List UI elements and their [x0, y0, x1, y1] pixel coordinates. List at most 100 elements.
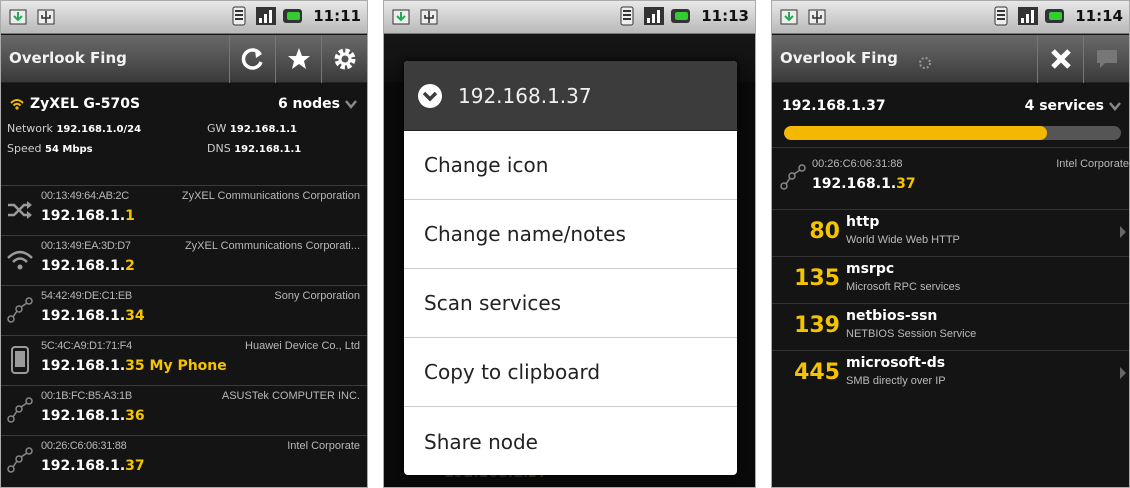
chevron-right-icon	[1119, 224, 1127, 243]
menu-share-node[interactable]: Share node	[404, 407, 737, 475]
download-icon	[7, 7, 29, 27]
network-range: Network 192.168.1.0/24	[7, 122, 142, 135]
node-count[interactable]: 6 nodes	[278, 96, 357, 112]
router-icon	[5, 195, 35, 225]
node-ip: 192.168.1.35 My Phone	[41, 358, 227, 374]
service-port: 135	[794, 266, 840, 291]
menu-title: 192.168.1.37	[458, 83, 592, 108]
node-row[interactable]: 00:13:49:64:AB:2C ZyXEL Communications Co…	[1, 185, 367, 232]
node-row[interactable]: 5C:4C:A9:D1:71:F4 Huawei Device Co., Ltd 1…	[1, 335, 367, 382]
menu-copy-to-clipboard[interactable]: Copy to clipboard	[404, 338, 737, 407]
node-row[interactable]: 00:26:C6:06:31:88 Intel Corporate 192.168.…	[1, 435, 367, 482]
node-vendor: ZyXEL Communications Corporati...	[184, 240, 360, 252]
gateway: GW 192.168.1.1	[207, 122, 297, 135]
node-vendor: Sony Corporation	[274, 290, 360, 302]
node-mac: 54:42:49:DE:C1:EB	[41, 290, 132, 302]
network-node-icon	[5, 445, 35, 475]
signal-icon	[255, 6, 277, 26]
battery-icon	[1044, 6, 1066, 26]
node-ip: 192.168.1.2	[41, 258, 135, 274]
app-title: Overlook Fing	[9, 49, 127, 67]
stop-button[interactable]	[1037, 35, 1083, 83]
node-vendor: Huawei Device Co., Ltd	[245, 340, 360, 352]
network-header[interactable]: ZyXEL G-570S 6 nodes Network 192.168.1.0…	[1, 84, 367, 184]
status-time: 11:14	[1075, 7, 1123, 25]
settings-button[interactable]	[321, 35, 367, 83]
status-time: 11:11	[313, 7, 361, 25]
action-bar: Overlook Fing	[772, 35, 1129, 83]
sdcard-icon	[228, 6, 250, 26]
service-scan-screen: 11:14 Overlook Fing 192.168.1.37 4 servi…	[771, 0, 1130, 488]
node-custom-name: My Phone	[149, 358, 227, 374]
phone-icon	[5, 345, 35, 375]
sdcard-icon	[990, 6, 1012, 26]
chevron-right-icon	[1119, 365, 1127, 384]
chevron-down-circle-icon	[418, 83, 442, 108]
service-description: Microsoft RPC services	[846, 281, 961, 293]
service-name: msrpc	[846, 261, 895, 277]
service-row[interactable]: 80 http World Wide Web HTTP	[772, 209, 1129, 254]
star-icon	[287, 48, 310, 69]
node-vendor: ZyXEL Communications Corporation	[181, 190, 360, 202]
status-bar: 11:11	[1, 1, 367, 34]
chevron-down-icon	[345, 100, 357, 109]
node-ip: 192.168.1.37	[41, 458, 145, 474]
node-row[interactable]: 54:42:49:DE:C1:EB Sony Corporation 192.168…	[1, 285, 367, 332]
service-port: 445	[794, 360, 840, 385]
service-name: http	[846, 214, 880, 230]
service-description: World Wide Web HTTP	[846, 234, 960, 246]
service-row[interactable]: 445 microsoft-ds SMB directly over IP	[772, 350, 1129, 395]
wifi-icon	[10, 99, 24, 110]
service-header: 192.168.1.37 4 services	[772, 84, 1129, 144]
menu-header: 192.168.1.37	[404, 61, 737, 131]
network-node-icon	[5, 395, 35, 425]
service-row[interactable]: 139 netbios-ssn NETBIOS Session Service	[772, 303, 1129, 348]
network-ssid: ZyXEL G-570S	[9, 96, 140, 112]
usb-icon	[418, 7, 440, 27]
network-node-icon	[778, 162, 808, 196]
node-vendor: ASUSTek COMPUTER INC.	[221, 390, 360, 402]
node-mac: 00:13:49:EA:3D:D7	[41, 240, 131, 252]
loading-spinner-icon	[918, 55, 932, 74]
node-mac: 00:1B:FC:B5:A3:1B	[41, 390, 132, 402]
status-bar: 11:14	[772, 1, 1129, 34]
battery-icon	[282, 6, 304, 26]
node-vendor: Intel Corporate	[1056, 158, 1129, 170]
app-title: Overlook Fing	[780, 49, 898, 67]
node-mac: 5C:4C:A9:D1:71:F4	[41, 340, 132, 352]
node-ip: 192.168.1.34	[41, 308, 145, 324]
service-name: microsoft-ds	[846, 355, 946, 371]
action-bar: Overlook Fing	[1, 35, 367, 83]
favorite-button[interactable]	[275, 35, 321, 83]
battery-icon	[670, 6, 692, 26]
download-icon	[778, 7, 800, 27]
node-ip: 192.168.1.36	[41, 408, 145, 424]
sdcard-icon	[616, 6, 638, 26]
menu-change-name-notes[interactable]: Change name/notes	[404, 200, 737, 269]
device-list-screen: 11:11 Overlook Fing ZyXEL G-570S 6 nodes…	[0, 0, 368, 488]
node-mac: 00:26:C6:06:31:88	[812, 158, 903, 170]
service-name: netbios-ssn	[846, 308, 938, 324]
node-row[interactable]: 00:13:49:EA:3D:D7 ZyXEL Communications Co…	[1, 235, 367, 282]
close-icon	[1050, 49, 1071, 69]
signal-icon	[643, 6, 665, 26]
comment-button[interactable]	[1083, 35, 1129, 83]
menu-scan-services[interactable]: Scan services	[404, 269, 737, 338]
menu-change-icon[interactable]: Change icon	[404, 131, 737, 200]
node-mac: 00:13:49:64:AB:2C	[41, 190, 129, 202]
usb-icon	[35, 7, 57, 27]
dns: DNS 192.168.1.1	[207, 142, 302, 155]
refresh-button[interactable]	[229, 35, 275, 83]
service-description: SMB directly over IP	[846, 375, 946, 387]
node-row[interactable]: 00:1B:FC:B5:A3:1B ASUSTek COMPUTER INC. 19…	[1, 385, 367, 432]
service-port: 139	[794, 313, 840, 338]
node-ip: 192.168.1.1	[41, 208, 135, 224]
service-count[interactable]: 4 services	[1025, 98, 1121, 114]
wifi-icon	[5, 245, 35, 275]
status-time: 11:13	[701, 7, 749, 25]
status-bar: 11:13	[384, 1, 755, 34]
service-row[interactable]: 135 msrpc Microsoft RPC services	[772, 256, 1129, 301]
link-speed: Speed 54 Mbps	[7, 142, 93, 155]
target-ip: 192.168.1.37	[782, 98, 886, 114]
node-mac: 00:26:C6:06:31:88	[41, 440, 127, 452]
